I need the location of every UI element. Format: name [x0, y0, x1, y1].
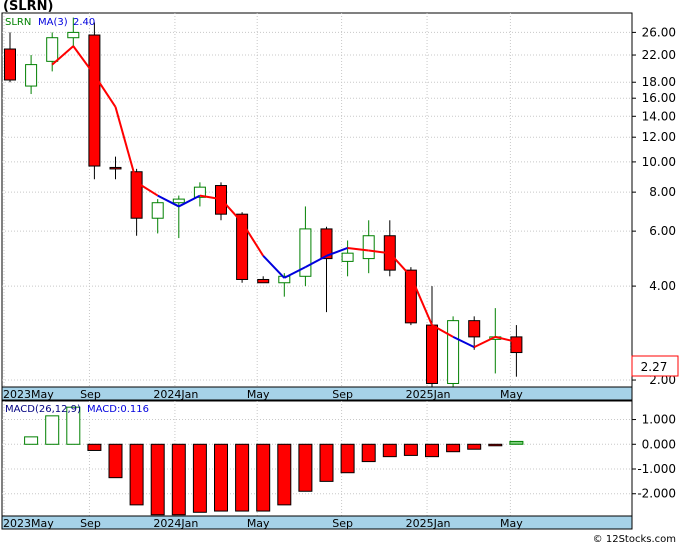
price-y-tick-label: 6.00 — [649, 224, 676, 238]
price-x-tick-label: May — [247, 388, 270, 401]
macd-bar — [488, 443, 503, 447]
price-x-tick-label: 2025Jan — [406, 388, 451, 401]
macd-x-tick-label: 2025Jan — [406, 517, 451, 530]
macd-bar — [214, 443, 228, 512]
macd-panel: 1.000 0.000 -1.000 -2.000 2023May Sep 2024Jan… — [1, 400, 676, 530]
macd-bar — [298, 443, 313, 492]
chart-title: (SLRN) — [3, 0, 53, 14]
macd-plot-area — [1, 400, 633, 517]
macd-y-tick-label: 1.000 — [642, 413, 676, 427]
candle-body — [510, 336, 523, 354]
macd-x-tick-label: Sep — [80, 517, 101, 530]
price-y-tick-label: 12.00 — [642, 130, 676, 144]
candle-body — [257, 278, 270, 284]
candle-body — [362, 235, 375, 260]
candle-body — [4, 48, 16, 81]
price-x-axis: 2023May Sep 2024Jan May Sep 2025Jan May — [3, 388, 523, 401]
candle-body — [88, 34, 101, 167]
candle-body — [172, 198, 185, 204]
macd-x-tick-label: May — [500, 517, 523, 530]
macd-bar — [467, 443, 482, 450]
macd-y-tick-label: -1.000 — [637, 462, 676, 476]
macd-y-tick-label: -2.000 — [637, 487, 676, 501]
macd-x-axis: 2023May Sep 2024Jan May Sep 2025Jan May — [3, 517, 523, 530]
candle-body — [426, 324, 438, 384]
macd-bar — [361, 443, 376, 463]
last-price-label: 2.27 — [641, 360, 668, 374]
legend-ma-label: MA(3) — [38, 17, 68, 28]
macd-bar — [256, 443, 271, 512]
macd-bar — [403, 443, 418, 456]
macd-bar — [24, 436, 39, 445]
macd-bar — [446, 443, 461, 453]
price-y-tick-label: 16.00 — [642, 91, 676, 105]
price-x-tick-label: Sep — [80, 388, 101, 401]
legend-ma-value: 2.40 — [73, 17, 95, 28]
macd-bar — [509, 440, 524, 445]
candle-body — [341, 252, 354, 262]
macd-bar — [129, 443, 144, 506]
candle-body — [151, 202, 164, 219]
watermark: © 12Stocks.com — [593, 534, 676, 545]
candle-body — [447, 320, 460, 384]
legend-ticker: SLRN — [5, 17, 31, 28]
price-y-tick-label: 8.00 — [649, 185, 676, 199]
price-x-tick-label: May — [500, 388, 523, 401]
macd-bar — [150, 443, 165, 516]
macd-bar — [235, 443, 250, 512]
candle-body — [67, 31, 80, 39]
price-y-tick-label: 18.00 — [642, 75, 676, 89]
macd-bar — [192, 443, 207, 513]
macd-bar — [425, 443, 439, 458]
price-panel: 26.00 22.00 18.00 16.00 14.00 12.00 10.00 8.00 6… — [1, 0, 679, 401]
macd-bar — [87, 443, 102, 451]
macd-bar — [382, 443, 397, 458]
macd-bar — [108, 443, 123, 479]
macd-x-tick-label: May — [247, 517, 270, 530]
stock-chart: 26.00 22.00 18.00 16.00 14.00 12.00 10.00 8.00 6… — [0, 0, 680, 546]
price-x-tick-label: Sep — [332, 388, 353, 401]
macd-legend-label: MACD(26,12,9) — [5, 404, 81, 415]
candle-body — [468, 320, 481, 338]
price-y-tick-label: 14.00 — [642, 109, 676, 123]
macd-bar — [171, 443, 186, 516]
candle-body — [46, 37, 59, 62]
macd-bar — [45, 415, 60, 445]
candle-body — [109, 166, 122, 170]
macd-legend-value: MACD:0.116 — [87, 404, 149, 415]
price-y-tick-label: 10.00 — [642, 155, 676, 169]
candle-body — [25, 64, 38, 87]
macd-y-tick-label: 0.000 — [642, 437, 676, 451]
price-y-tick-label: 4.00 — [649, 279, 676, 293]
macd-bar — [340, 443, 355, 474]
macd-bar — [277, 443, 292, 506]
price-y-tick-label: 22.00 — [642, 48, 676, 62]
price-y-tick-label: 26.00 — [642, 25, 676, 39]
macd-x-tick-label: 2024Jan — [153, 517, 198, 530]
macd-bar — [319, 443, 334, 482]
macd-x-tick-label: Sep — [332, 517, 353, 530]
price-x-tick-label: 2023May — [3, 388, 54, 401]
price-x-tick-label: 2024Jan — [153, 388, 198, 401]
macd-x-tick-label: 2023May — [3, 517, 54, 530]
